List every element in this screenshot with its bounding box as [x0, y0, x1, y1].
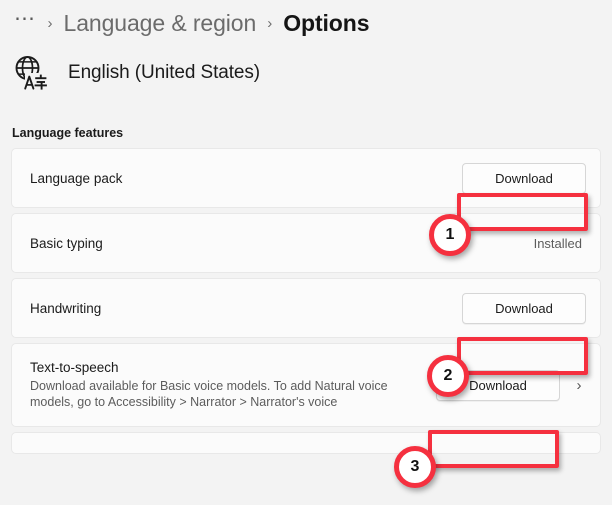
row-title: Language pack: [30, 170, 123, 186]
row-next-partial[interactable]: [11, 432, 601, 454]
page-title: Options: [283, 9, 370, 36]
row-text: Handwriting: [30, 301, 101, 316]
download-button-handwriting[interactable]: Download: [462, 292, 586, 324]
chevron-right-icon[interactable]: ›: [572, 378, 586, 393]
row-handwriting[interactable]: Handwriting Download: [11, 278, 601, 338]
breadcrumb-overflow-icon[interactable]: ⋯: [14, 8, 37, 29]
row-text: Language pack: [30, 171, 122, 186]
language-features-list: Language pack Download Basic typing Inst…: [0, 148, 612, 454]
download-button-text-to-speech[interactable]: Download: [436, 369, 560, 401]
section-heading-language-features: Language features: [12, 126, 124, 140]
breadcrumb-separator-icon: ›: [47, 14, 53, 32]
language-header: English (United States): [0, 50, 612, 96]
row-actions: Download ›: [436, 369, 586, 401]
row-actions: Download: [462, 162, 586, 194]
row-title: Basic typing: [30, 235, 103, 251]
breadcrumb-link-language-region[interactable]: Language & region: [64, 10, 257, 37]
row-actions: Download: [462, 292, 586, 324]
row-title: Handwriting: [30, 300, 102, 316]
row-text-to-speech[interactable]: Text-to-speech Download available for Ba…: [11, 343, 601, 427]
breadcrumb: ⋯ › Language & region › Options: [0, 0, 612, 38]
row-basic-typing[interactable]: Basic typing Installed: [11, 213, 601, 273]
row-language-pack[interactable]: Language pack Download: [11, 148, 601, 208]
row-description: Download available for Basic voice model…: [30, 378, 388, 410]
download-button-language-pack[interactable]: Download: [462, 162, 586, 194]
language-name: English (United States): [68, 62, 261, 83]
row-actions: Installed: [534, 236, 586, 251]
language-globe-icon: [11, 53, 51, 93]
status-basic-typing: Installed: [533, 235, 582, 251]
row-title: Text-to-speech: [30, 359, 119, 375]
row-text: Text-to-speech Download available for Ba…: [30, 360, 390, 411]
breadcrumb-separator-icon: ›: [267, 14, 273, 32]
row-text: Basic typing: [30, 236, 103, 251]
